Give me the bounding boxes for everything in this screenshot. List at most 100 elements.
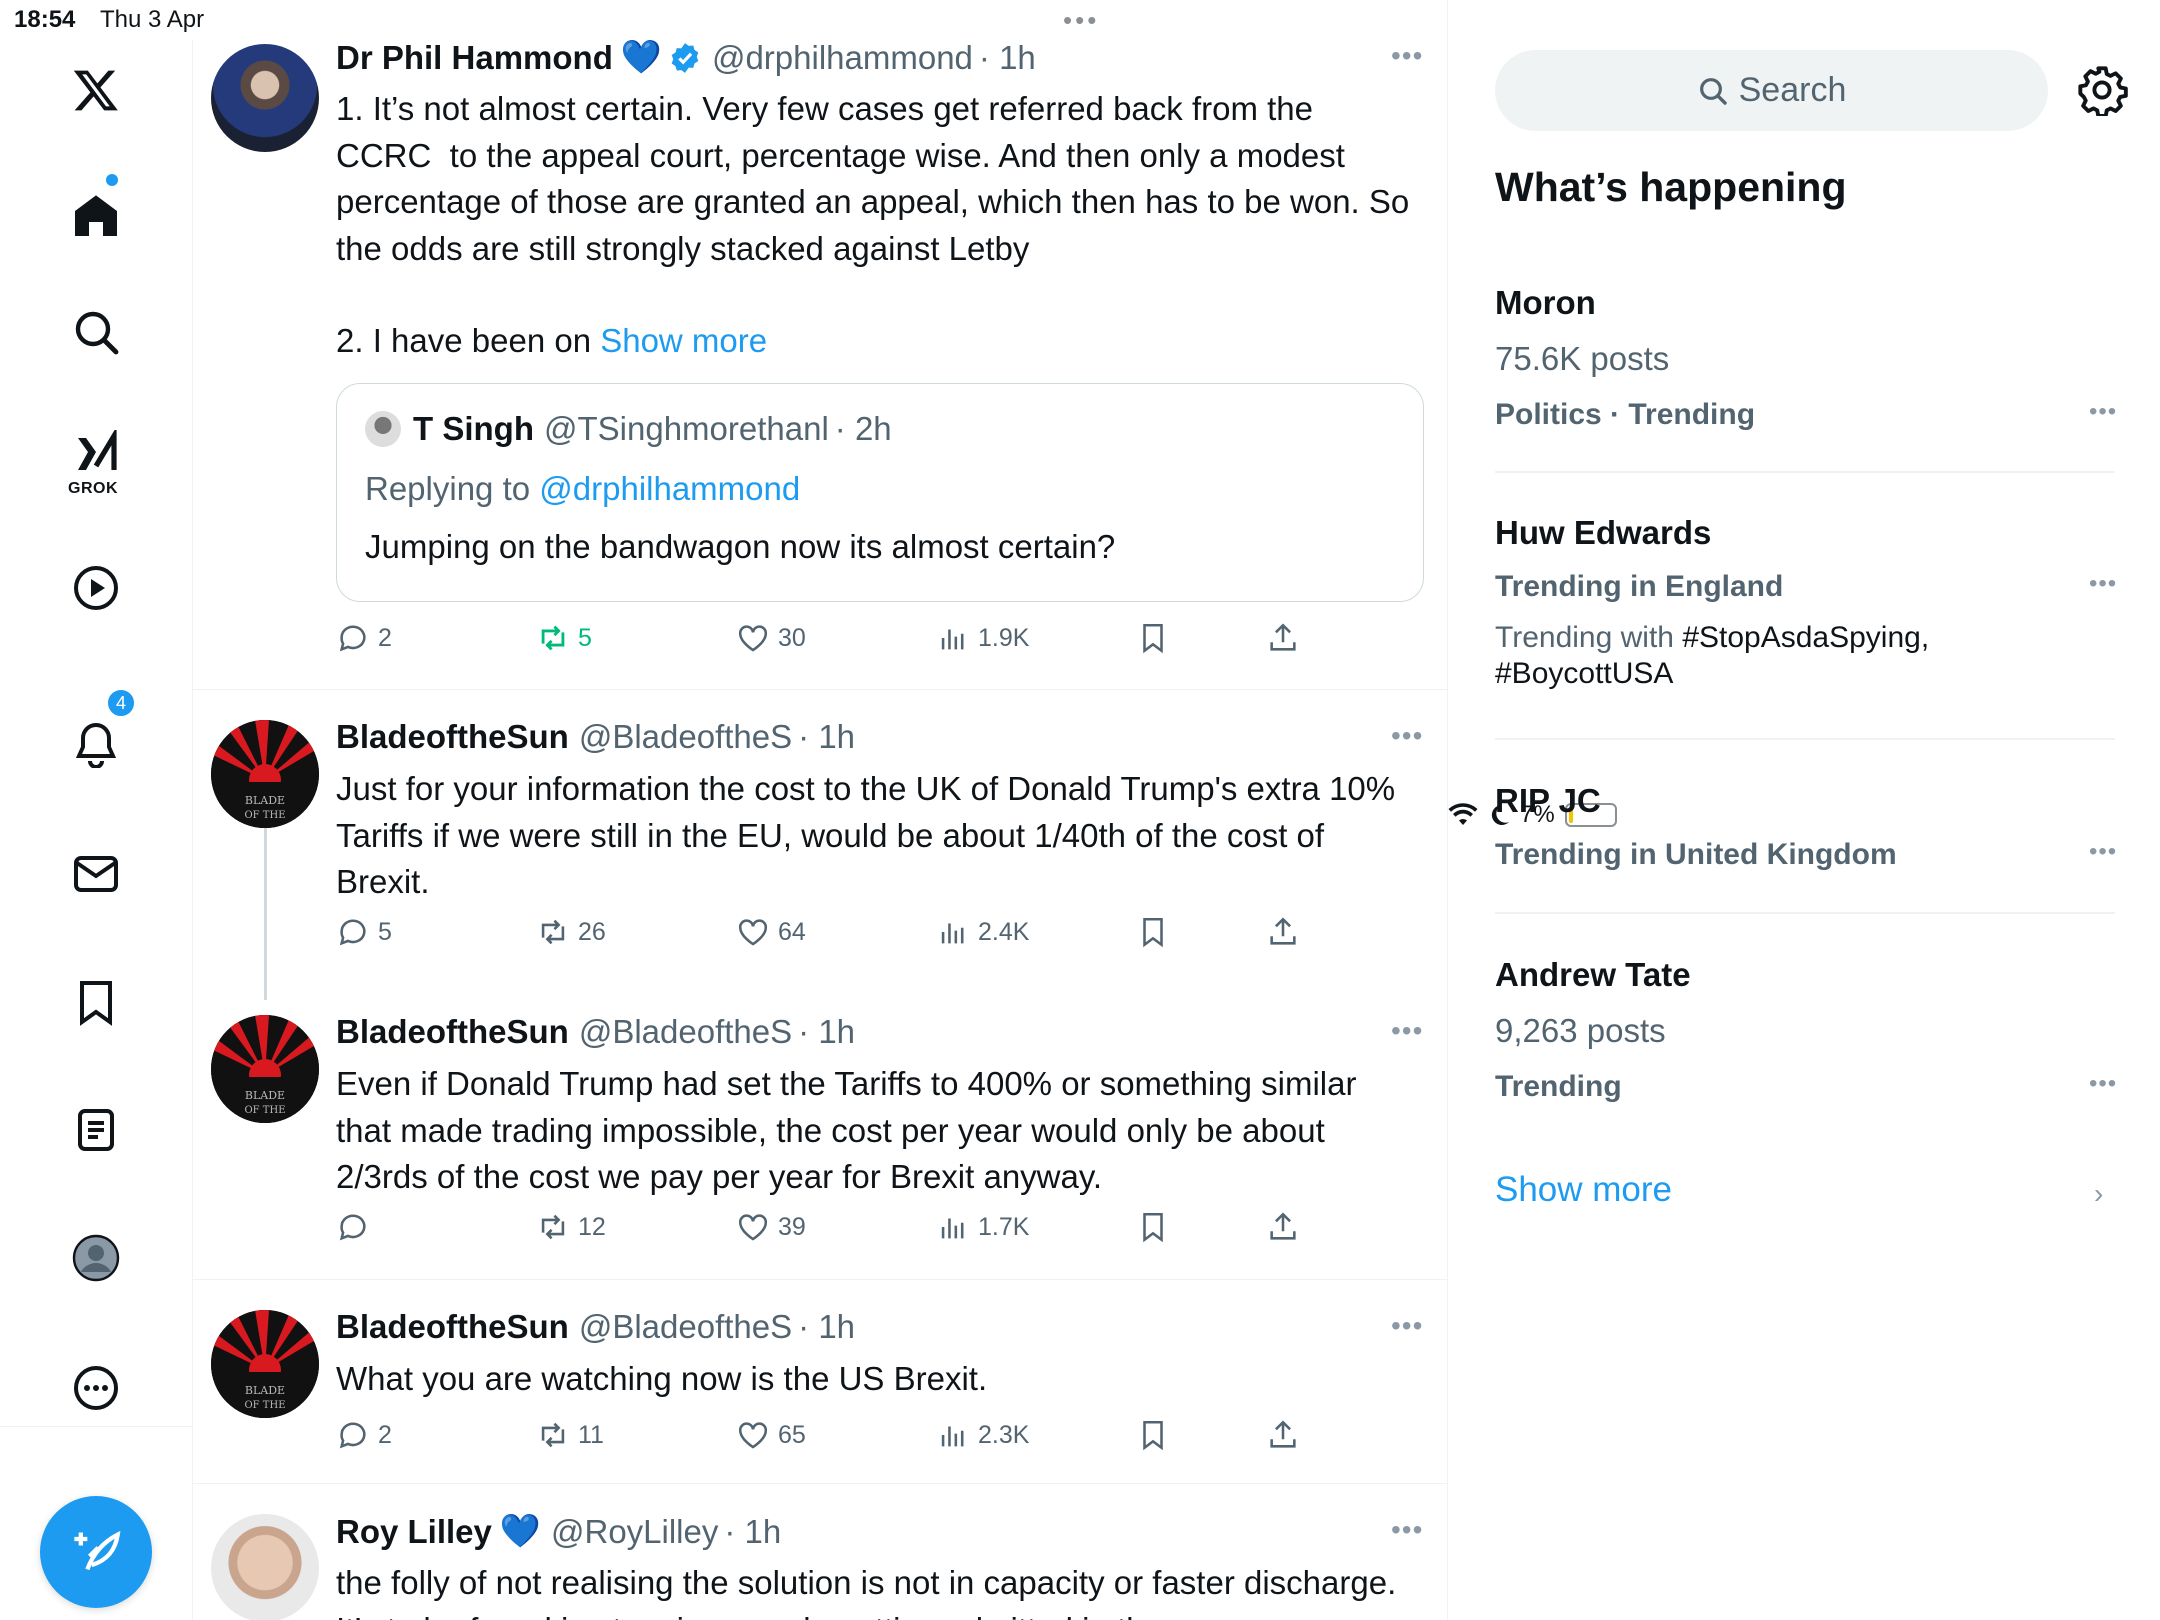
reply-count: 2 (378, 623, 392, 652)
views-button[interactable]: 1.9K (936, 621, 1029, 655)
repost-count: 12 (578, 1212, 606, 1241)
repost-button[interactable]: 11 (536, 1418, 604, 1452)
repost-button[interactable]: 12 (536, 1210, 606, 1244)
like-count: 39 (778, 1212, 806, 1241)
lists-icon[interactable] (66, 1100, 126, 1160)
views-icon (941, 1218, 964, 1239)
share-button[interactable] (1266, 621, 1300, 655)
reply-button[interactable]: 5 (336, 915, 392, 949)
quote-avatar (365, 411, 401, 447)
like-icon (738, 1422, 768, 1449)
repost-count: 5 (578, 623, 592, 652)
tweet-text: the folly of not realising the solution … (336, 1564, 1397, 1620)
author-handle[interactable]: @drphilhammond (712, 39, 973, 77)
views-button[interactable]: 2.3K (936, 1418, 1029, 1452)
views-button[interactable]: 1.7K (936, 1210, 1029, 1244)
like-count: 30 (778, 623, 806, 652)
trend-more-icon[interactable]: ••• (2089, 570, 2117, 598)
tweet-time[interactable]: · 1h (979, 39, 1036, 77)
views-button[interactable]: 2.4K (936, 915, 1029, 949)
repost-button[interactable]: 5 (536, 621, 592, 655)
bookmark-icon[interactable] (66, 972, 126, 1032)
bookmark-button[interactable] (1136, 915, 1170, 949)
more-options-icon[interactable]: ••• (1391, 1514, 1423, 1546)
trend-more-icon[interactable]: ••• (2089, 1070, 2117, 1098)
author-handle[interactable]: @RoyLilley (551, 1513, 718, 1551)
tweet[interactable]: BLADE OF THE BladeoftheSun @BladeoftheS ·… (193, 690, 1447, 1000)
share-button[interactable] (1266, 1418, 1300, 1452)
video-icon[interactable] (66, 558, 126, 618)
bookmark-button[interactable] (1136, 621, 1170, 655)
trend-name: Andrew Tate (1495, 956, 1691, 993)
gear-icon[interactable] (2076, 64, 2128, 116)
like-button[interactable]: 64 (736, 915, 806, 949)
like-button[interactable]: 39 (736, 1210, 806, 1244)
views-count: 1.7K (978, 1212, 1030, 1241)
search-input[interactable]: Search (1495, 50, 2048, 131)
more-options-icon[interactable]: ••• (1391, 1015, 1423, 1047)
tweet[interactable]: BLADE OF THE BladeoftheSun @BladeoftheS ·… (193, 985, 1447, 1280)
tweet[interactable]: Roy Lilley 💙 @RoyLilley · 1h ••• the fol… (193, 1484, 1447, 1620)
author-handle[interactable]: @BladeoftheS (579, 1013, 792, 1051)
bookmark-button[interactable] (1136, 1210, 1170, 1244)
share-button[interactable] (1266, 915, 1300, 949)
status-date: Thu 3 Apr (100, 6, 205, 33)
trend-item[interactable]: Moron 75.6K posts Politics · Trending ••… (1495, 280, 2117, 460)
bell-icon[interactable] (66, 714, 126, 774)
avatar[interactable] (211, 44, 319, 152)
show-more-trends-link[interactable]: Show more (1495, 1170, 1672, 1210)
tweet-time[interactable]: · 1h (798, 718, 855, 756)
trend-more-icon[interactable]: ••• (2089, 398, 2117, 426)
tweet-time[interactable]: · 1h (798, 1013, 855, 1051)
author-handle[interactable]: @BladeoftheS (579, 718, 792, 756)
reply-button[interactable]: 2 (336, 621, 392, 655)
tweet[interactable]: Dr Phil Hammond 💙 @drphilhammond · 1h ••… (193, 0, 1447, 690)
bookmark-icon (1143, 917, 1163, 948)
tweet-time[interactable]: · 1h (724, 1513, 781, 1551)
x-logo-icon[interactable] (66, 60, 126, 120)
author-name[interactable]: BladeoftheSun (336, 718, 569, 756)
more-options-icon[interactable]: ••• (1391, 720, 1423, 752)
author-name[interactable]: Roy Lilley (336, 1513, 492, 1551)
compose-button[interactable] (40, 1496, 152, 1608)
author-name[interactable]: BladeoftheSun (336, 1308, 569, 1346)
trend-more-icon[interactable]: ••• (2089, 838, 2117, 866)
author-name[interactable]: BladeoftheSun (336, 1013, 569, 1051)
svg-text:BLADE: BLADE (245, 1384, 285, 1397)
like-button[interactable]: 65 (736, 1418, 806, 1452)
avatar[interactable]: BLADE OF THE (211, 1015, 319, 1123)
reply-button[interactable] (336, 1210, 378, 1244)
like-button[interactable]: 30 (736, 621, 806, 655)
tweet[interactable]: BLADE OF THE BladeoftheSun @BladeoftheS ·… (193, 1280, 1447, 1484)
profile-icon[interactable] (66, 1228, 126, 1288)
tweet-time[interactable]: · 1h (798, 1308, 855, 1346)
more-options-icon[interactable]: ••• (1391, 40, 1423, 72)
reply-button[interactable]: 2 (336, 1418, 392, 1452)
home-icon[interactable] (66, 186, 126, 246)
reply-count: 5 (378, 917, 392, 946)
search-placeholder: Search (1738, 71, 1847, 109)
repost-button[interactable]: 26 (536, 915, 606, 949)
more-icon[interactable] (66, 1358, 126, 1418)
reply-icon (339, 1422, 366, 1449)
show-more-link[interactable]: Show more (600, 322, 767, 359)
avatar[interactable] (211, 1514, 319, 1620)
author-handle[interactable]: @BladeoftheS (579, 1308, 792, 1346)
tweet-text: Even if Donald Trump had set the Tariffs… (336, 1065, 1366, 1195)
quoted-tweet[interactable]: T Singh @TSinghmorethanl · 2h Replying t… (336, 383, 1424, 602)
grok-icon[interactable] (66, 424, 126, 484)
replying-to-handle[interactable]: @drphilhammond (539, 470, 800, 507)
mail-icon[interactable] (66, 844, 126, 904)
heart-emoji: 💙 (499, 1512, 541, 1549)
avatar[interactable]: BLADE OF THE (211, 720, 319, 828)
trend-item[interactable]: Huw Edwards Trending in England ••• Tren… (1495, 512, 2117, 702)
avatar[interactable]: BLADE OF THE (211, 1310, 319, 1418)
search-icon[interactable] (66, 302, 126, 362)
like-icon (738, 625, 768, 652)
bookmark-button[interactable] (1136, 1418, 1170, 1452)
share-button[interactable] (1266, 1210, 1300, 1244)
trend-item[interactable]: Andrew Tate 9,263 posts Trending ••• (1495, 954, 2117, 1134)
trend-item[interactable]: RIP JC Trending in United Kingdom ••• (1495, 780, 2117, 890)
author-name[interactable]: Dr Phil Hammond (336, 39, 613, 77)
more-options-icon[interactable]: ••• (1391, 1310, 1423, 1342)
